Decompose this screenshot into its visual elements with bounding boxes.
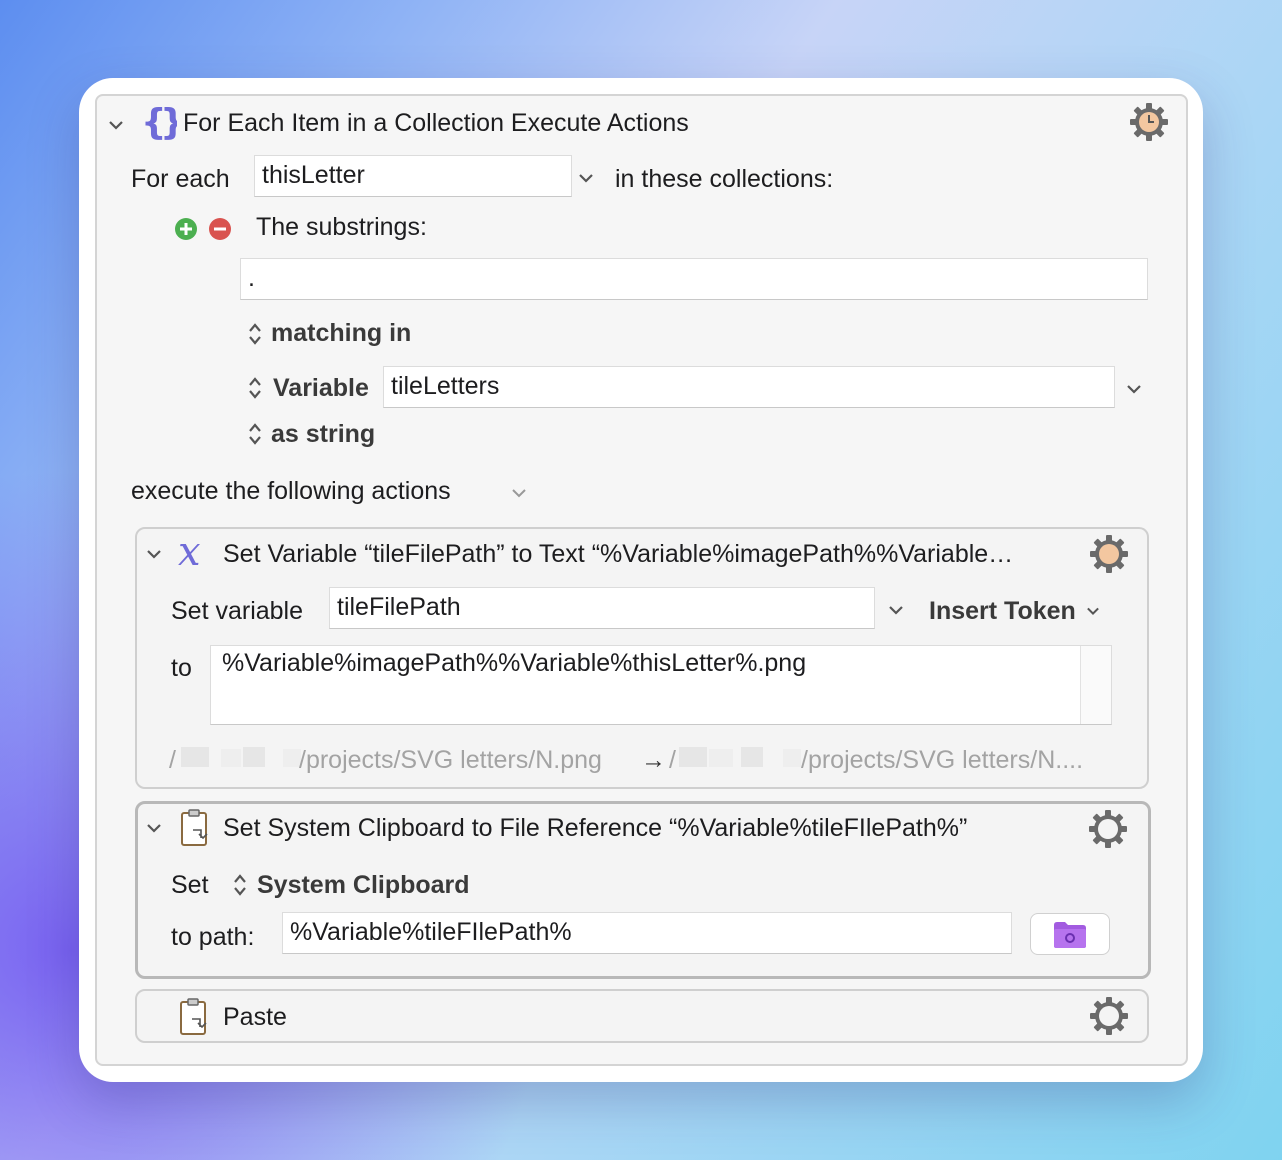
folder-icon: [1054, 922, 1086, 948]
updown-icon[interactable]: [232, 872, 248, 898]
updown-icon[interactable]: [247, 321, 263, 347]
for-each-label: For each: [131, 165, 230, 193]
for-each-action: { } For Each Item in a Collection Execut…: [95, 94, 1188, 1066]
collection-title: The substrings:: [256, 213, 427, 241]
gear-icon[interactable]: [1088, 809, 1128, 849]
for-each-title: For Each Item in a Collection Execute Ac…: [183, 109, 689, 137]
gear-clock-icon[interactable]: [1129, 102, 1169, 142]
variable-name-field[interactable]: tileFilePath: [329, 587, 875, 629]
gear-icon[interactable]: [1089, 996, 1129, 1036]
clipboard-icon: [181, 809, 208, 846]
updown-icon[interactable]: [247, 375, 263, 401]
redacted-block: [181, 747, 209, 767]
choose-folder-button[interactable]: [1030, 913, 1110, 955]
set-variable-label: Set variable: [171, 597, 304, 625]
preview-root-2: /: [669, 746, 676, 774]
remove-icon[interactable]: [208, 217, 232, 241]
collapse-chevron-icon[interactable]: [145, 547, 163, 561]
collapse-chevron-icon[interactable]: [145, 821, 163, 835]
execute-dropdown-icon[interactable]: [510, 486, 528, 500]
gear-icon[interactable]: [1089, 534, 1129, 574]
svg-text:}: }: [160, 102, 177, 142]
editor-window: { } For Each Item in a Collection Execut…: [79, 78, 1203, 1082]
variable-dropdown-icon[interactable]: [577, 171, 595, 185]
redacted-block: [783, 749, 801, 767]
insert-token-chevron-icon[interactable]: [1085, 605, 1101, 617]
in-collections-label: in these collections:: [615, 165, 834, 193]
set-label: Set: [171, 871, 209, 899]
matching-in-popup[interactable]: matching in: [271, 318, 411, 348]
to-path-label: to path:: [171, 923, 255, 951]
source-variable-dropdown-icon[interactable]: [1125, 382, 1143, 396]
redacted-block: [741, 747, 763, 767]
redacted-block: [679, 747, 707, 767]
to-label: to: [171, 654, 192, 682]
preview-right-path: /projects/SVG letters/N....: [801, 746, 1084, 774]
collapse-chevron-icon[interactable]: [107, 118, 125, 132]
variable-x-icon: x: [178, 533, 201, 573]
clipboard-popup[interactable]: System Clipboard: [257, 870, 470, 900]
paste-title: Paste: [223, 1003, 287, 1031]
redacted-block: [243, 747, 265, 767]
variable-name-dropdown-icon[interactable]: [887, 603, 905, 617]
execute-label: execute the following actions: [131, 477, 451, 505]
clipboard-icon: [180, 998, 207, 1035]
insert-token-button[interactable]: Insert Token: [929, 596, 1076, 626]
updown-icon[interactable]: [247, 421, 263, 447]
set-variable-title: Set Variable “tileFilePath” to Text “%Va…: [223, 540, 1014, 568]
preview-arrow: →: [641, 746, 666, 774]
set-clipboard-action[interactable]: Set System Clipboard to File Reference “…: [135, 801, 1151, 979]
set-clipboard-title: Set System Clipboard to File Reference “…: [223, 814, 968, 842]
text-area-scrollbar[interactable]: [1080, 646, 1111, 724]
path-field[interactable]: %Variable%tileFIlePath%: [282, 912, 1012, 954]
redacted-block: [221, 749, 241, 767]
source-variable-field[interactable]: tileLetters: [383, 366, 1115, 408]
source-type-popup[interactable]: Variable: [273, 373, 369, 403]
loop-variable-field[interactable]: thisLetter: [254, 155, 572, 197]
as-string-popup[interactable]: as string: [271, 419, 375, 449]
redacted-block: [709, 749, 733, 767]
substring-field[interactable]: .: [240, 258, 1148, 300]
add-icon[interactable]: [174, 217, 198, 241]
paste-action[interactable]: Paste: [135, 989, 1149, 1043]
svg-text:x: x: [178, 533, 201, 573]
preview-root: /: [169, 746, 176, 774]
preview-left-path: /projects/SVG letters/N.png: [299, 746, 602, 774]
set-variable-action[interactable]: x Set Variable “tileFilePath” to Text “%…: [135, 527, 1149, 789]
text-value-area[interactable]: %Variable%imagePath%%Variable%thisLetter…: [210, 645, 1112, 725]
braces-icon: { }: [141, 102, 177, 142]
